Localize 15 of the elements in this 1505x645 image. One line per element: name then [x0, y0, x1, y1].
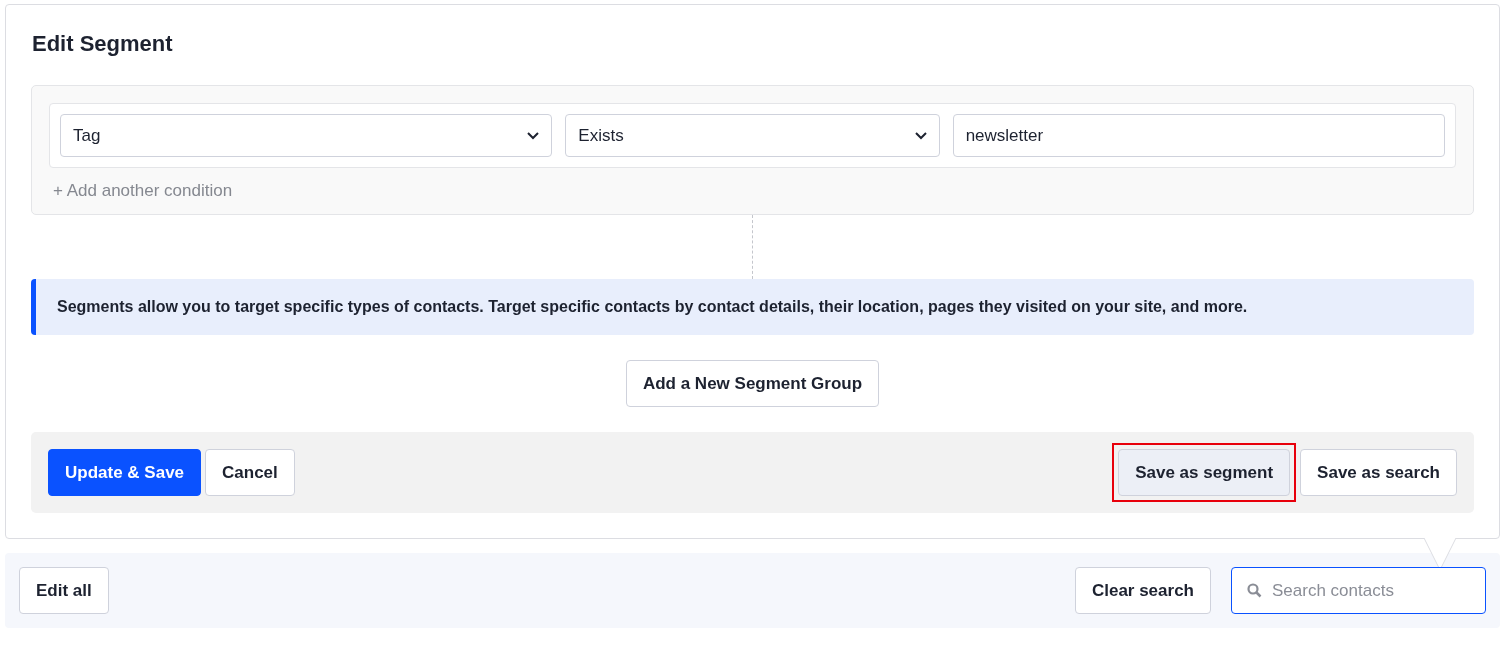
search-icon: [1247, 583, 1262, 598]
secondary-button[interactable]: Cancel: [205, 449, 295, 496]
edit-all-button[interactable]: Edit all: [19, 567, 109, 614]
save-button[interactable]: Save as segment: [1118, 449, 1291, 496]
clear-search-button[interactable]: Clear search: [1074, 567, 1211, 614]
panel-title: Edit Segment: [32, 31, 174, 57]
add-segment-group-button[interactable]: Add a New Segment Group: [625, 360, 880, 407]
info-message: Segments allow you to target specific types of contacts. Target specific contacts by contact details, their location, pages they visited on your site, and more.: [31, 279, 1474, 335]
field-select[interactable]: Tag: [60, 114, 553, 157]
save-button[interactable]: Save as search: [1300, 449, 1457, 496]
primary-button[interactable]: Update & Save: [48, 449, 202, 496]
operator-select[interactable]: Exists: [565, 114, 940, 157]
chevron-down-icon: [527, 131, 540, 140]
chevron-down-icon: [914, 131, 927, 140]
value-input[interactable]: newsletter: [952, 114, 1445, 157]
